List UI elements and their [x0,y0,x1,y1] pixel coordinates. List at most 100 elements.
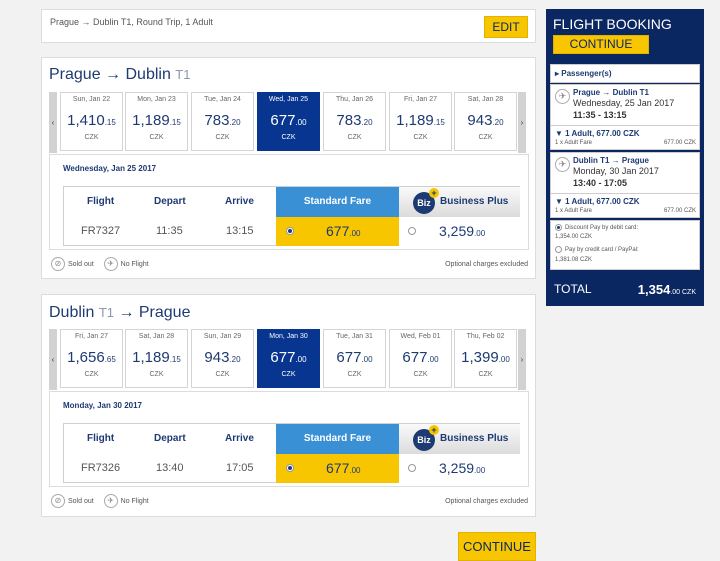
day-currency: CZK [149,134,164,141]
day-price: 677.00 [402,349,439,366]
inbound-day-0[interactable]: Fri, Jan 27 1,656.65 CZK [60,329,123,388]
depart-time: 13:40 [156,462,184,474]
flight-number: FR7327 [81,225,121,237]
passengers-toggle[interactable]: ▸ Passenger(s) [550,64,700,83]
outbound-fare-table: Flight Depart Arrive Standard Fare Biz + … [63,186,520,246]
sold-out-icon: ⊘ [51,494,65,508]
arrive-header: Arrive [225,433,254,444]
day-label: Mon, Jan 23 [137,96,176,103]
search-summary-text: Prague → Dublin T1, Round Trip, 1 Adult [50,17,213,27]
day-label: Thu, Jan 26 [336,96,373,103]
continue-button[interactable]: CONTINUE [458,532,536,561]
inbound-day-2[interactable]: Sun, Jan 29 943.20 CZK [191,329,254,388]
divider [551,125,699,126]
outbound-day-3-selected[interactable]: Wed, Jan 25 677.00 CZK [257,92,320,151]
inbound-day-3-selected[interactable]: Mon, Jan 30 677.00 CZK [257,329,320,388]
credit-card-amount: 1,381.08 CZK [555,257,593,263]
day-currency: CZK [413,371,428,378]
day-currency: CZK [347,134,362,141]
inbound-date-strip: ‹ Fri, Jan 27 1,656.65 CZK Sat, Jan 28 1… [49,329,529,390]
standard-fare-option[interactable]: 677.00 [276,454,399,483]
outbound-day-6[interactable]: Sat, Jan 28 943.20 CZK [454,92,517,151]
day-label: Mon, Jan 30 [269,333,308,340]
inbound-origin: Dublin [49,304,95,321]
leg-fare-summary[interactable]: ▼ 1 Adult, 677.00 CZK [555,197,640,206]
day-currency: CZK [215,371,230,378]
sidebar-continue-button[interactable]: CONTINUE [553,35,649,54]
debit-card-amount: 1,354.00 CZK [555,234,593,240]
day-label: Sun, Jan 22 [72,96,111,103]
outbound-legend: ⊘ Sold out ✈ No Flight [51,257,157,271]
depart-header: Depart [154,196,186,207]
standard-fare-option[interactable]: 677.00 [276,217,399,246]
inbound-fare-box: Monday, Jan 30 2017 Flight Depart Arrive… [49,391,529,487]
outbound-day-2[interactable]: Tue, Jan 24 783.20 CZK [191,92,254,151]
business-plus-option[interactable]: 3,259.00 [399,454,520,483]
leg-time: 11:35 - 13:15 [573,110,627,120]
outbound-day-1[interactable]: Mon, Jan 23 1,189.15 CZK [125,92,188,151]
day-label: Tue, Jan 24 [204,96,241,103]
inbound-section: Dublin T1 → Prague ‹ Fri, Jan 27 1,656.6… [41,294,536,517]
inbound-day-5[interactable]: Wed, Feb 01 677.00 CZK [389,329,452,388]
sold-out-icon: ⊘ [51,257,65,271]
business-plus-radio[interactable] [408,464,416,472]
debit-card-radio[interactable] [555,224,562,231]
outbound-fare-box: Wednesday, Jan 25 2017 Flight Depart Arr… [49,154,529,250]
day-price: 1,410.15 [67,112,116,129]
credit-card-option[interactable]: Pay by credit card / PayPal: [555,246,639,253]
inbound-day-1[interactable]: Sat, Jan 28 1,189.15 CZK [125,329,188,388]
leg-fare-summary[interactable]: ▼ 1 Adult, 677.00 CZK [555,129,640,138]
leg-fare-line: 1 x Adult Fare 677.00 CZK [555,140,696,146]
business-plus-label: Business Plus [440,196,509,207]
depart-time: 11:35 [156,225,183,237]
day-price: 1,189.15 [132,349,181,366]
standard-fare-radio[interactable] [286,227,294,235]
outbound-terminal: T1 [175,67,191,82]
flight-header: Flight [87,196,115,207]
business-plus-radio[interactable] [408,227,416,235]
day-currency: CZK [478,134,493,141]
standard-fare-header: Standard Fare [276,187,399,217]
outbound-next-dates-button[interactable]: › [518,92,526,153]
day-label: Tue, Jan 31 [336,333,373,340]
day-label: Sat, Jan 28 [138,333,175,340]
no-flight-icon: ✈ [103,494,118,508]
standard-fare-price: 677.00 [326,460,361,476]
outbound-day-0[interactable]: Sun, Jan 22 1,410.15 CZK [60,92,123,151]
credit-card-radio[interactable] [555,246,562,253]
day-price: 1,189.15 [396,112,445,129]
outbound-title: Prague → Dublin T1 [49,66,190,84]
arrive-time: 13:15 [226,225,254,237]
total-label: TOTAL [554,282,592,296]
optional-charges-note: Optional charges excluded [445,498,528,505]
standard-fare-radio[interactable] [286,464,294,472]
outbound-date-heading: Wednesday, Jan 25 2017 [63,164,157,173]
plane-icon: ✈ [555,89,570,104]
outbound-day-5[interactable]: Fri, Jan 27 1,189.15 CZK [389,92,452,151]
debit-card-option[interactable]: Discount Pay by debit card: [555,224,638,231]
day-currency: CZK [149,371,164,378]
plane-icon: ✈ [555,157,570,172]
outbound-day-4[interactable]: Thu, Jan 26 783.20 CZK [323,92,386,151]
arrive-time: 17:05 [226,462,254,474]
business-plus-option[interactable]: 3,259.00 [399,217,520,246]
inbound-fare-table: Flight Depart Arrive Standard Fare Biz + … [63,423,520,483]
booking-sidebar: FLIGHT BOOKING CONTINUE ▸ Passenger(s) ✈… [546,9,704,306]
outbound-section: Prague → Dublin T1 ‹ Sun, Jan 22 1,410.1… [41,57,536,279]
outbound-prev-dates-button[interactable]: ‹ [49,92,57,153]
optional-charges-note: Optional charges excluded [445,261,528,268]
day-currency: CZK [413,134,428,141]
day-label: Fri, Jan 27 [74,333,109,340]
inbound-next-dates-button[interactable]: › [518,329,526,390]
business-plus-price: 3,259.00 [439,223,486,239]
inbound-day-6[interactable]: Thu, Feb 02 1,399.00 CZK [454,329,517,388]
day-price: 1,189.15 [132,112,181,129]
edit-button[interactable]: EDIT [484,16,528,38]
search-summary: Prague → Dublin T1, Round Trip, 1 Adult … [41,9,536,43]
inbound-prev-dates-button[interactable]: ‹ [49,329,57,390]
flight-number: FR7326 [81,462,121,474]
inbound-title: Dublin T1 → Prague [49,304,190,322]
day-price: 783.20 [204,112,241,129]
arrive-header: Arrive [225,196,254,207]
inbound-day-4[interactable]: Tue, Jan 31 677.00 CZK [323,329,386,388]
